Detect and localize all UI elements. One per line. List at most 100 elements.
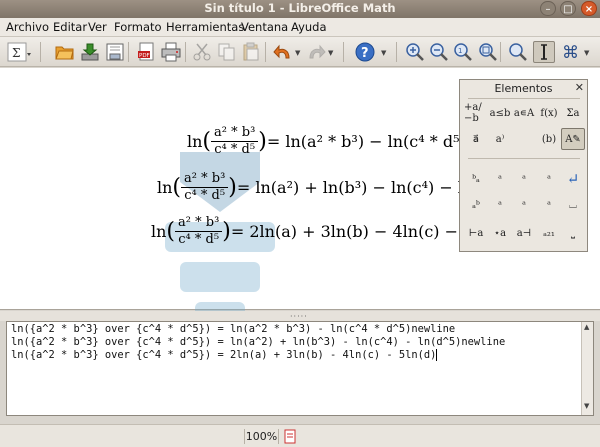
- lower-index-left-icon[interactable]: ᵃ: [488, 194, 512, 216]
- zoom-fit-button[interactable]: [477, 41, 499, 63]
- splitter-grip-icon[interactable]: ·····: [290, 312, 308, 321]
- lower-index-right-icon[interactable]: ᵃ: [512, 194, 536, 216]
- open-button[interactable]: [54, 41, 76, 63]
- upper-index-right-icon[interactable]: ᵃ: [512, 168, 536, 190]
- toolbar-separator: [185, 42, 186, 62]
- toolbar-separator: [500, 42, 501, 62]
- gap-icon[interactable]: ⎵: [561, 222, 585, 244]
- scroll-up-icon[interactable]: ▲: [584, 323, 589, 331]
- zoom-100-button[interactable]: 1: [452, 41, 474, 63]
- menu-formato[interactable]: Formato: [114, 20, 162, 34]
- toolbar-separator: [265, 42, 266, 62]
- zoom-page-icon: [509, 43, 527, 61]
- save-button[interactable]: [104, 41, 126, 63]
- print-button[interactable]: [160, 41, 182, 63]
- upper-index-left-icon[interactable]: ᵃ: [488, 168, 512, 190]
- copy-button[interactable]: [216, 41, 238, 63]
- close-icon[interactable]: ✕: [575, 81, 584, 94]
- close-button[interactable]: ×: [581, 1, 597, 16]
- download-button[interactable]: [79, 41, 101, 63]
- save-icon: [106, 43, 124, 61]
- set-operations-icon[interactable]: a∊A: [512, 102, 536, 124]
- command-editor[interactable]: ln({a^2 * b^3} over {c^4 * d^5}) = ln(a^…: [6, 321, 594, 416]
- vertical-stack-icon[interactable]: ᵃ: [537, 194, 561, 216]
- lower-index-icon[interactable]: ₐᵇ: [464, 194, 488, 216]
- minimize-button[interactable]: –: [540, 1, 556, 16]
- zoom-level[interactable]: 100%: [244, 429, 279, 444]
- svg-text:1: 1: [458, 47, 462, 55]
- undo-button[interactable]: [272, 41, 294, 63]
- zoom-100-icon: 1: [454, 43, 472, 61]
- menu-archivo[interactable]: Archivo: [6, 20, 49, 34]
- zoom-in-button[interactable]: [404, 41, 426, 63]
- formula-line-2: ln( a² * b³ c⁴ * d⁵ ) = ln(a²) + ln(b³) …: [157, 170, 503, 204]
- command-icon: ⌘: [562, 43, 579, 62]
- new-formula-button[interactable]: Σ: [4, 41, 34, 63]
- paste-button[interactable]: [240, 41, 262, 63]
- zoom-out-button[interactable]: [428, 41, 450, 63]
- open-folder-icon: [55, 46, 74, 60]
- fraction: a² * b³ c⁴ * d⁵: [181, 171, 229, 204]
- help-icon: ?: [355, 42, 375, 62]
- zoom-page-button[interactable]: [507, 41, 529, 63]
- document-modified-icon: [283, 429, 297, 444]
- cut-button[interactable]: [191, 41, 213, 63]
- zoom-out-icon: [430, 43, 448, 61]
- panel-splitter[interactable]: ·····: [0, 311, 600, 321]
- relations-icon[interactable]: a≤b: [488, 102, 512, 124]
- formula-cursor-button[interactable]: [533, 41, 555, 63]
- export-pdf-button[interactable]: PDF: [136, 41, 158, 63]
- others-icon[interactable]: a⁾: [488, 128, 512, 150]
- unary-binary-operators-icon[interactable]: +a/−b: [464, 102, 488, 124]
- help-dropdown-icon[interactable]: ▼: [381, 49, 386, 57]
- operators-icon[interactable]: Σa: [561, 102, 585, 124]
- zoom-in-icon: [406, 43, 424, 61]
- align-center-icon[interactable]: ⋆a: [488, 222, 512, 244]
- undo-dropdown-icon[interactable]: ▼: [295, 49, 300, 57]
- paste-icon: [243, 42, 259, 61]
- stack-icon[interactable]: ᵃ: [537, 168, 561, 190]
- scroll-down-icon[interactable]: ▼: [584, 402, 589, 410]
- newline-icon[interactable]: ↵: [561, 168, 585, 190]
- sigma-icon: Σ: [7, 42, 31, 62]
- lower-upper-index-icon[interactable]: ᵇₐ: [464, 168, 488, 190]
- standard-toolbar: Σ PDF ▼ ▼ ? ▼ 1 ⌘ ▼: [0, 37, 600, 67]
- toolbar-separator: [40, 42, 41, 62]
- redo-dropdown-icon[interactable]: ▼: [328, 49, 333, 57]
- toolbar-separator: [128, 42, 129, 62]
- maximize-button[interactable]: □: [560, 1, 576, 16]
- small-gap-icon[interactable]: ⌴: [561, 194, 585, 216]
- elements-panel: Elementos ✕ +a/−b a≤b a∊A f(x) Σa a⃗ a⁾ …: [459, 79, 588, 252]
- menu-herramientas[interactable]: Herramientas: [166, 20, 244, 34]
- cut-icon: [193, 43, 211, 61]
- menu-editar[interactable]: Editar: [53, 20, 87, 34]
- menu-ver[interactable]: Ver: [88, 20, 107, 34]
- vertical-scrollbar[interactable]: ▲ ▼: [581, 322, 593, 415]
- attributes-icon[interactable]: a⃗: [464, 128, 488, 150]
- toolbar-separator: [396, 42, 397, 62]
- functions-icon[interactable]: f(x): [537, 102, 561, 124]
- svg-text:?: ?: [361, 46, 369, 61]
- command-line-1[interactable]: ln({a^2 * b^3} over {c^4 * d^5}) = ln(a^…: [11, 323, 455, 335]
- panel-divider: [468, 158, 580, 159]
- align-right-icon[interactable]: a⊣: [512, 222, 536, 244]
- text-cursor-icon: [541, 44, 547, 60]
- redo-button[interactable]: [305, 41, 327, 63]
- panel-divider: [468, 98, 580, 99]
- symbols-button[interactable]: ⌘: [560, 41, 582, 63]
- help-button[interactable]: ?: [354, 41, 376, 63]
- matrix-stack-icon[interactable]: ₐ₂₁: [537, 222, 561, 244]
- download-icon: [81, 43, 99, 61]
- zoom-fit-icon: [479, 43, 497, 61]
- svg-text:PDF: PDF: [139, 53, 150, 59]
- print-icon: [161, 42, 181, 62]
- toolbar-more-icon[interactable]: ▼: [584, 49, 589, 57]
- menu-ayuda[interactable]: Ayuda: [291, 20, 327, 34]
- brackets-icon[interactable]: (b): [537, 128, 561, 150]
- command-line-2[interactable]: ln({a^2 * b^3} over {c^4 * d^5}) = ln(a^…: [11, 336, 505, 348]
- command-line-3[interactable]: ln({a^2 * b^3} over {c^4 * d^5}) = 2ln(a…: [11, 349, 438, 361]
- align-left-icon[interactable]: ⊢a: [464, 222, 488, 244]
- window-title: Sin título 1 - LibreOffice Math: [204, 1, 396, 15]
- menu-ventana[interactable]: Ventana: [241, 20, 288, 34]
- formats-icon[interactable]: A✎: [561, 128, 585, 150]
